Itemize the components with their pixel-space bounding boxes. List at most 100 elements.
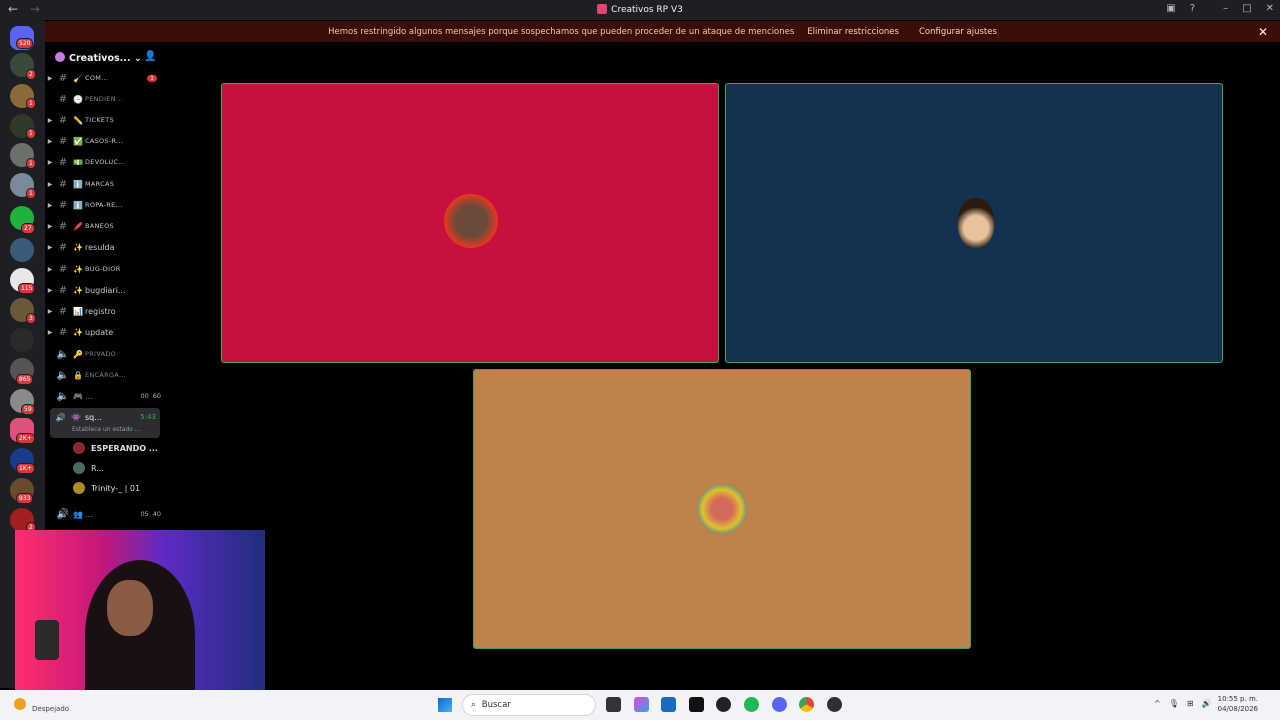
search-icon: ⌕ xyxy=(471,700,476,710)
user-count: 00 xyxy=(140,392,149,400)
close-notice-icon[interactable]: ✕ xyxy=(1258,25,1268,39)
expand-arrow-icon: ▶ xyxy=(47,286,53,294)
voice-channel-item[interactable]: 🔊 👥... 05 40 xyxy=(45,505,165,523)
server-badge: 2K+ xyxy=(16,433,35,444)
channel-item[interactable]: # 🕒 PENDIEN... xyxy=(45,90,165,108)
title-bar: ← → Creativos RP V3 ▣ ? – □ ✕ xyxy=(0,0,1280,20)
voice-member[interactable]: R... xyxy=(73,462,104,474)
voice-channel-item[interactable]: 🔈 🔑 PRIVADO xyxy=(45,345,165,363)
channel-emoji: 📊 xyxy=(73,306,83,316)
task-view-icon[interactable] xyxy=(606,697,621,712)
unread-count: 1 xyxy=(147,74,157,82)
close-window-icon[interactable]: ✕ xyxy=(1266,3,1274,14)
channel-item[interactable]: ▶ # ✨ BUG-DIOR xyxy=(45,260,165,278)
participant-tile[interactable] xyxy=(473,369,971,649)
expand-arrow-icon: ▶ xyxy=(47,158,53,166)
expand-arrow-icon: ▶ xyxy=(47,201,53,209)
text-channel-icon: # xyxy=(58,178,68,190)
voice-channel-item[interactable]: 🔈 🔒 ENCARGA... xyxy=(45,366,165,384)
expand-arrow-icon: ▶ xyxy=(47,243,53,251)
store-icon[interactable] xyxy=(661,697,676,712)
webcam-overlay xyxy=(15,530,265,704)
channel-item[interactable]: ▶ # 🧹 COM... 1 xyxy=(45,69,165,87)
channel-item[interactable]: ▶ # 💵 DEVOLUC... xyxy=(45,153,165,171)
voice-stage xyxy=(165,42,1280,688)
taskbar-search[interactable]: ⌕ Buscar xyxy=(462,694,596,716)
user-limit: 40 xyxy=(152,510,161,518)
channel-emoji: ✨ xyxy=(73,327,83,337)
channel-item[interactable]: ▶ # ✨ resulda xyxy=(45,238,165,256)
server-badge: 1 xyxy=(26,98,36,109)
server-badge: 520 xyxy=(16,38,34,49)
add-member-icon[interactable]: 👤 xyxy=(144,51,156,62)
text-channel-icon: # xyxy=(58,114,68,126)
channel-emoji: 👾 xyxy=(71,412,81,422)
guild-header[interactable]: Creativos... ⌄ xyxy=(55,52,142,64)
server-icon[interactable] xyxy=(10,328,34,352)
app-icon[interactable] xyxy=(716,697,731,712)
discord-icon[interactable] xyxy=(772,697,787,712)
active-voice-channel[interactable]: 🔊 👾 sq... 5:43 Establece un estado ... xyxy=(50,408,160,438)
remove-restrictions-link[interactable]: Eliminar restricciones xyxy=(807,27,899,37)
participant-tile[interactable] xyxy=(221,83,719,363)
channel-item[interactable]: ▶ # ✨ bugdiari... xyxy=(45,281,165,299)
participant-tile[interactable] xyxy=(725,83,1223,363)
text-channel-icon: # xyxy=(58,135,68,147)
notice-message: Hemos restringido algunos mensajes porqu… xyxy=(328,26,795,37)
speaker-icon: 🔈 xyxy=(56,390,70,402)
expand-arrow-icon: ▶ xyxy=(47,116,53,124)
channel-emoji: 💵 xyxy=(73,157,83,167)
channel-emoji: 🕒 xyxy=(73,94,83,104)
maximize-icon[interactable]: □ xyxy=(1242,3,1251,14)
avatar xyxy=(958,198,994,248)
channel-item[interactable]: ▶ # ℹ️ MARCAS xyxy=(45,175,165,193)
copilot-icon[interactable] xyxy=(634,697,649,712)
server-badge: 933 xyxy=(16,493,34,504)
channel-emoji: 🎮 xyxy=(73,391,83,401)
server-badge: 865 xyxy=(16,374,34,385)
minimize-icon[interactable]: – xyxy=(1223,3,1228,14)
clock[interactable]: 10:55 p. m. 04/08/2026 xyxy=(1218,694,1258,714)
chrome-icon[interactable] xyxy=(799,697,814,712)
channel-emoji: ✨ xyxy=(73,285,83,295)
expand-arrow-icon: ▶ xyxy=(47,328,53,336)
text-channel-icon: # xyxy=(58,305,68,317)
avatar xyxy=(73,442,85,454)
avatar xyxy=(73,462,85,474)
server-icon[interactable] xyxy=(10,238,34,262)
channel-item[interactable]: ▶ # ✅ CASOS-R... xyxy=(45,132,165,150)
obs-icon[interactable] xyxy=(827,697,842,712)
voice-member[interactable]: ESPERANDO ... xyxy=(73,442,158,454)
text-channel-icon: # xyxy=(58,72,68,84)
channel-item[interactable]: ▶ # 📊 registro xyxy=(45,302,165,320)
channel-item[interactable]: ▶ # ✏️ TICKETS xyxy=(45,111,165,129)
speaker-icon: 🔈 xyxy=(56,369,70,381)
channel-emoji: 🔒 xyxy=(73,370,83,380)
set-status-hint[interactable]: Establece un estado ... xyxy=(72,426,140,433)
start-icon[interactable] xyxy=(438,698,452,712)
voice-member[interactable]: Trinity-_ | 01 xyxy=(73,482,140,494)
spotify-icon[interactable] xyxy=(744,697,759,712)
avatar xyxy=(73,482,85,494)
capcut-icon[interactable] xyxy=(689,697,704,712)
channel-emoji: 🧹 xyxy=(73,73,83,83)
server-badge: 1K+ xyxy=(16,463,35,474)
weather-icon[interactable] xyxy=(14,698,26,710)
server-badge: 1 xyxy=(26,188,36,199)
text-channel-icon: # xyxy=(58,284,68,296)
weather-label: Despejado xyxy=(32,705,70,713)
voice-timer: 5:43 xyxy=(140,413,156,421)
server-badge: 1 xyxy=(26,158,36,169)
restriction-notice: Hemos restringido algunos mensajes porqu… xyxy=(45,21,1280,42)
voice-channel-item[interactable]: 🔈 🎮... 00 60 xyxy=(45,387,165,405)
channel-emoji: 🔑 xyxy=(73,349,83,359)
channel-item[interactable]: ▶ # 🖍️ BANEOS xyxy=(45,217,165,235)
chevron-down-icon: ⌄ xyxy=(133,53,142,64)
channel-item[interactable]: ▶ # ℹ️ ROPA-RE... xyxy=(45,196,165,214)
text-channel-icon: # xyxy=(58,156,68,168)
configure-settings-link[interactable]: Configurar ajustes xyxy=(919,27,997,37)
tray-icons[interactable]: ^🎙⊞🔊 xyxy=(1154,699,1220,708)
inbox-icon[interactable]: ▣ xyxy=(1166,3,1175,14)
channel-item[interactable]: ▶ # ✨ update xyxy=(45,323,165,341)
help-icon[interactable]: ? xyxy=(1190,3,1195,14)
